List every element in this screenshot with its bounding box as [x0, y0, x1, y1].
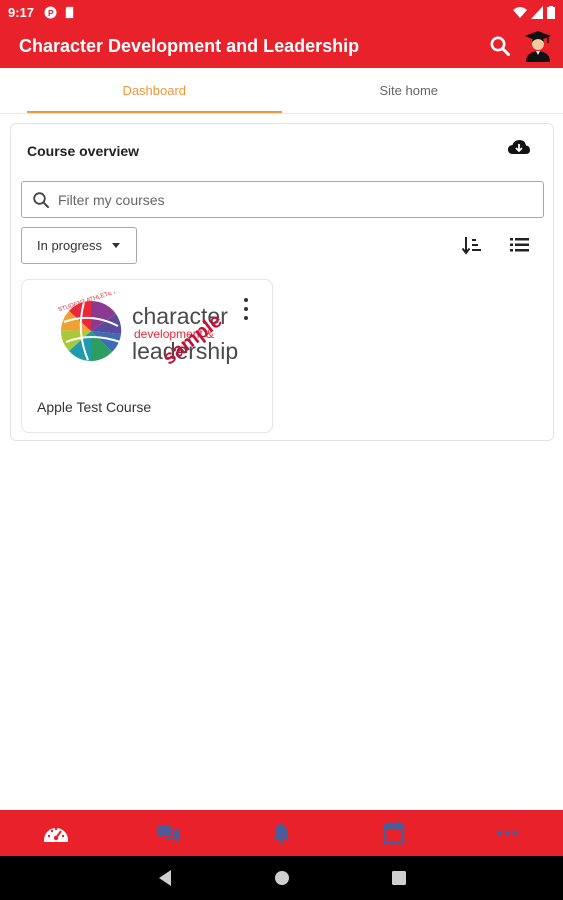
user-avatar-button[interactable] [523, 29, 553, 63]
course-status-selected: In progress [37, 238, 103, 253]
more-vertical-icon [244, 298, 248, 302]
status-time: 9:17 [8, 4, 35, 20]
nav-messages[interactable] [113, 810, 226, 856]
status-bar: 9:17 P [0, 0, 563, 24]
nav-dashboard[interactable] [0, 810, 113, 856]
home-icon[interactable] [273, 869, 291, 887]
nav-notifications[interactable] [225, 810, 338, 856]
tab-bar: Dashboard Site home [0, 68, 563, 114]
svg-text:P: P [48, 7, 54, 17]
tab-dashboard[interactable]: Dashboard [27, 68, 282, 113]
course-image: STUDENT ATHLETE PROGRAM character develo… [58, 292, 238, 369]
back-icon[interactable] [157, 869, 173, 887]
course-overview-card: Course overview In progress [10, 123, 554, 441]
search-button[interactable] [485, 31, 515, 61]
course-menu-button[interactable] [242, 298, 250, 320]
nav-more[interactable] [450, 810, 563, 856]
dashboard-icon [44, 827, 69, 842]
cloud-download-icon [508, 140, 530, 154]
course-overview-title: Course overview [27, 143, 140, 159]
messages-icon [157, 826, 180, 842]
sd-card-icon [65, 6, 74, 18]
search-icon [490, 36, 510, 56]
tab-site-home[interactable]: Site home [282, 68, 537, 113]
course-filter-field [21, 181, 544, 218]
list-view-icon [510, 238, 529, 252]
course-card[interactable]: STUDENT ATHLETE PROGRAM character develo… [21, 279, 273, 433]
course-status-select[interactable]: In progress [21, 227, 137, 264]
nav-calendar[interactable] [338, 810, 451, 856]
battery-icon [547, 5, 555, 19]
course-filter-input[interactable] [58, 191, 498, 208]
recents-icon[interactable] [391, 870, 407, 886]
wifi-icon [513, 6, 527, 18]
app-bar: Character Development and Leadership [0, 24, 563, 68]
calendar-icon [383, 822, 405, 845]
status-icons [513, 5, 555, 19]
caret-down-icon [112, 243, 121, 248]
graduate-avatar-icon [525, 31, 551, 62]
course-name: Apple Test Course [37, 399, 152, 415]
page-title: Character Development and Leadership [19, 35, 360, 56]
search-icon [33, 191, 49, 208]
bottom-nav [0, 810, 563, 856]
signal-icon [531, 5, 543, 19]
notifications-icon [272, 824, 291, 844]
sort-button[interactable] [461, 234, 483, 256]
view-toggle-button[interactable] [509, 234, 531, 256]
download-courses-button[interactable] [507, 138, 533, 160]
parking-notification-icon: P [44, 5, 57, 19]
more-icon [496, 830, 518, 836]
system-nav-bar [0, 856, 563, 900]
sort-icon [461, 237, 481, 255]
